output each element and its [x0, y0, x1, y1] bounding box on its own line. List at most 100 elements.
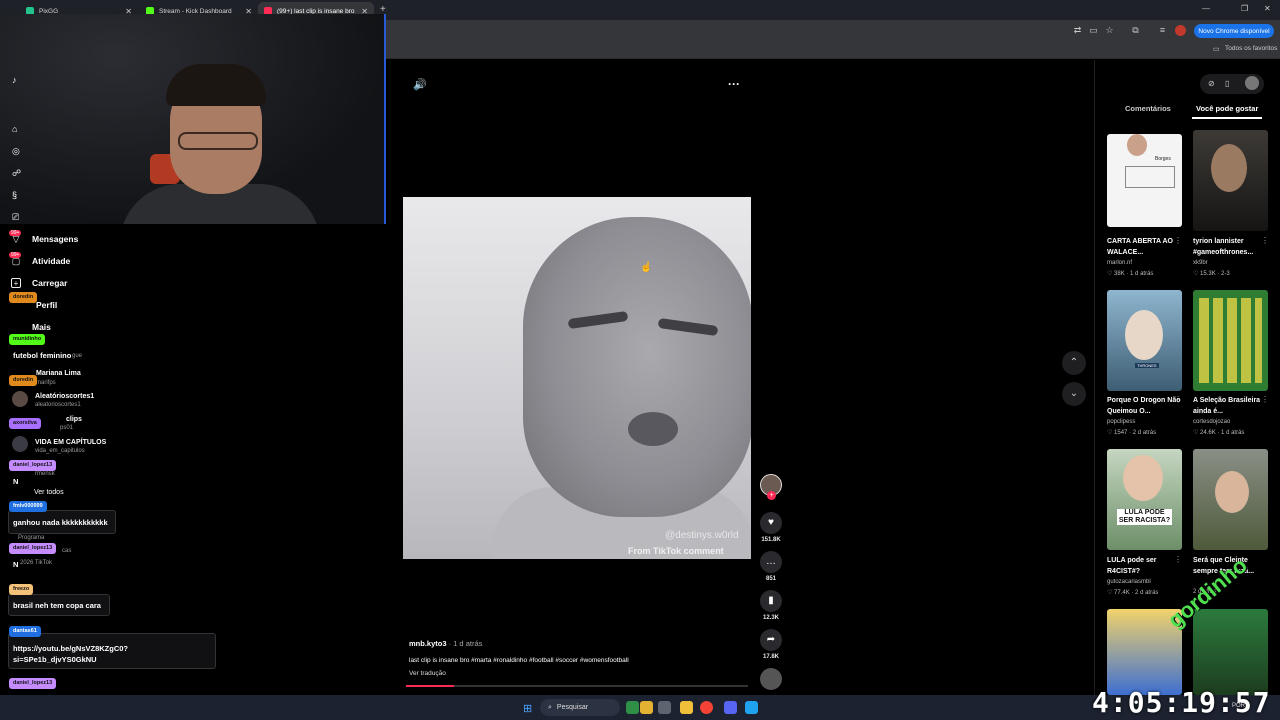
- nav-more[interactable]: Mais: [32, 322, 51, 332]
- bookmark-icon[interactable]: ▮: [760, 590, 782, 612]
- chrome-icon[interactable]: [700, 701, 713, 714]
- translate-icon[interactable]: ⇄: [1072, 25, 1083, 36]
- more-options-icon[interactable]: ⋮: [1261, 236, 1269, 245]
- nav-activity[interactable]: Atividade: [32, 256, 70, 266]
- thumb-text: THRONES: [1135, 363, 1159, 368]
- avatar[interactable]: [12, 391, 28, 407]
- chat-username: fmlv000999: [9, 501, 47, 512]
- nav-upload[interactable]: Carregar: [32, 278, 67, 288]
- telegram-icon[interactable]: [745, 701, 758, 714]
- see-translation-link[interactable]: Ver tradução: [409, 670, 446, 677]
- maximize-icon[interactable]: ❐: [1241, 4, 1248, 13]
- follow-plus-icon[interactable]: +: [767, 491, 776, 500]
- suggested-title[interactable]: A Seleção Brasileira ainda é...: [1193, 395, 1268, 417]
- more-options-icon[interactable]: ⋮: [1261, 395, 1269, 404]
- suggested-thumbnail[interactable]: THRONES: [1107, 290, 1182, 391]
- following-name[interactable]: VIDA EM CAPÍTULOS: [35, 439, 106, 446]
- phone-icon[interactable]: ▯: [1225, 79, 1229, 88]
- program-link[interactable]: Programa: [18, 535, 44, 541]
- footer-text: cas: [62, 548, 72, 554]
- suggested-thumbnail[interactable]: [1193, 130, 1268, 231]
- following-icon[interactable]: ☍: [12, 168, 21, 179]
- like-count: 151.8K: [761, 537, 781, 543]
- tab-comments[interactable]: Comentários: [1125, 104, 1171, 113]
- profile-avatar[interactable]: [1175, 25, 1186, 36]
- chat-message: brasil neh tem copa cara: [13, 601, 101, 610]
- suggested-thumbnail[interactable]: Borges: [1107, 134, 1182, 227]
- more-options-icon[interactable]: ···: [728, 77, 740, 91]
- menu-list-icon[interactable]: ≡: [1157, 25, 1168, 36]
- home-icon[interactable]: ⌂: [12, 124, 17, 134]
- file-explorer-icon[interactable]: [680, 701, 693, 714]
- thumb-note: [1125, 166, 1175, 188]
- cast-icon[interactable]: ▭: [1088, 25, 1099, 36]
- suggested-user[interactable]: gutozacariasmbl: [1107, 579, 1151, 585]
- tiktok-logo-icon[interactable]: ♪: [12, 75, 17, 85]
- chat-message: N: [13, 477, 19, 486]
- windows-start-icon[interactable]: ⊞: [523, 702, 532, 715]
- suggested-thumbnail[interactable]: LULA PODE SER RACISTA?: [1107, 449, 1182, 550]
- next-video-button[interactable]: ⌄: [1062, 382, 1086, 406]
- comment-action[interactable]: … 851: [760, 551, 782, 582]
- star-icon[interactable]: ☆: [1104, 25, 1115, 36]
- friends-icon[interactable]: §: [12, 190, 17, 200]
- upload-icon[interactable]: +: [11, 278, 21, 288]
- nav-profile[interactable]: Perfil: [36, 300, 57, 310]
- chrome-update-button[interactable]: Novo Chrome disponível: [1194, 24, 1274, 38]
- taskbar-search[interactable]: ⌕ Pesquisar: [540, 699, 620, 716]
- volume-icon[interactable]: 🔊: [413, 78, 427, 91]
- more-options-icon[interactable]: ⋮: [1174, 236, 1182, 245]
- more-options-icon[interactable]: ⋮: [1174, 395, 1182, 404]
- window-close-icon[interactable]: ✕: [1264, 4, 1271, 13]
- following-name[interactable]: Aleatórioscortes1: [35, 393, 94, 400]
- explore-icon[interactable]: ◎: [12, 146, 20, 157]
- suggested-thumbnail[interactable]: [1193, 290, 1268, 391]
- suggested-thumbnail[interactable]: [1193, 449, 1268, 550]
- share-icon[interactable]: ➦: [760, 629, 782, 651]
- suggested-stats: ♡ 77.4K · 2 d atrás: [1107, 590, 1159, 596]
- suggested-title[interactable]: CARTA ABERTA AO WALACE...: [1107, 236, 1182, 258]
- extensions-icon[interactable]: ⧉: [1130, 25, 1141, 36]
- thumb-text: LULA PODE SER RACISTA?: [1117, 509, 1172, 525]
- keyboard-language[interactable]: POR: [1232, 703, 1245, 709]
- footer-text: gue: [72, 353, 83, 359]
- suggested-user[interactable]: marlon.nf: [1107, 260, 1132, 266]
- nav-messages[interactable]: Mensagens: [32, 234, 78, 244]
- video-progress-track[interactable]: [406, 685, 748, 687]
- messages-badge: 99+: [9, 230, 22, 236]
- suggested-user[interactable]: popclipess: [1107, 419, 1135, 425]
- like-action[interactable]: ♥ 151.8K: [760, 512, 782, 543]
- avatar[interactable]: [12, 436, 28, 452]
- author-name[interactable]: mnb.kyto3: [409, 639, 447, 648]
- suggested-user[interactable]: cortesdojozao: [1193, 419, 1230, 425]
- suggested-user[interactable]: xk9br: [1193, 260, 1208, 266]
- chat-username: freezo: [9, 584, 34, 595]
- video-figure-mouth: [628, 412, 678, 446]
- discord-icon[interactable]: [724, 701, 737, 714]
- heart-icon[interactable]: ♥: [760, 512, 782, 534]
- share-action[interactable]: ➦ 17.8K: [760, 629, 782, 660]
- avatar[interactable]: [1245, 76, 1259, 90]
- music-disc-icon[interactable]: [760, 668, 782, 690]
- live-icon[interactable]: ⎚: [12, 212, 19, 223]
- tab-suggested[interactable]: Você pode gostar: [1196, 104, 1258, 113]
- suggested-title[interactable]: LULA pode ser R4CIST#?: [1107, 555, 1182, 577]
- weather-icon[interactable]: [640, 701, 653, 714]
- see-all-link[interactable]: Ver todos: [34, 489, 64, 496]
- video-player[interactable]: [403, 197, 751, 559]
- task-view-icon[interactable]: [658, 701, 671, 714]
- block-icon[interactable]: ⊘: [1208, 79, 1215, 88]
- comment-icon[interactable]: …: [760, 551, 782, 573]
- suggested-thumbnail[interactable]: [1193, 609, 1268, 695]
- all-favorites-link[interactable]: Todos os favoritos: [1225, 45, 1277, 52]
- widget-icon[interactable]: [626, 701, 639, 714]
- more-options-icon[interactable]: ⋮: [1174, 555, 1182, 564]
- suggested-title[interactable]: Porque O Drogon Não Queimou O...: [1107, 395, 1182, 417]
- save-action[interactable]: ▮ 12.3K: [760, 590, 782, 621]
- chat-message: N: [13, 560, 19, 569]
- following-name[interactable]: Mariana Lima: [36, 370, 81, 377]
- previous-video-button[interactable]: ⌃: [1062, 351, 1086, 375]
- following-name[interactable]: clips: [66, 416, 82, 423]
- suggested-title[interactable]: tyrion lannister #gameofthrones...: [1193, 236, 1268, 258]
- minimize-icon[interactable]: —: [1202, 4, 1210, 13]
